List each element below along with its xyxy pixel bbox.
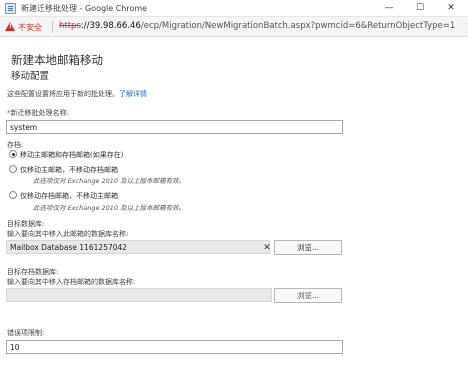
maximize-button[interactable]: ☐ xyxy=(405,0,435,17)
archive-label: 存档: xyxy=(7,141,24,149)
batch-name-label-text: 新迁移批处理名称: xyxy=(10,109,69,117)
target-db-label: 目标数据库: xyxy=(7,220,45,228)
radio-label-move-primary-and-archive: 移动主邮箱和存档邮箱(如果存在) xyxy=(20,151,124,159)
batch-name-label: *新迁移批处理名称: xyxy=(7,108,69,118)
radio-move-archive-only[interactable] xyxy=(9,191,17,199)
security-status[interactable]: 不安全 xyxy=(18,22,42,33)
radio-note-primary-only: 此选项仅对 Exchange 2010 及以上版本邮箱有效。 xyxy=(33,177,186,185)
bad-item-limit-input[interactable]: 10 xyxy=(6,340,343,354)
url-text[interactable]: https://39.98.66.46/ecp/Migration/NewMig… xyxy=(59,21,464,34)
window-titlebar: 新建迁移批处理 - Google Chrome — ☐ ✕ xyxy=(0,0,468,17)
page-icon xyxy=(5,3,16,14)
radio-label-move-primary-only: 仅移动主邮箱，不移动存档邮箱 xyxy=(20,166,118,174)
radio-move-primary-and-archive[interactable] xyxy=(9,150,17,158)
radio-move-primary-only[interactable] xyxy=(9,165,17,173)
page-subtitle: 移动配置 xyxy=(11,71,50,82)
address-separator xyxy=(52,21,53,33)
bad-item-limit-label: 错误项限制: xyxy=(7,329,45,337)
target-db-sublabel: 输入要向其中移入此邮箱的数据库名称: xyxy=(7,230,129,238)
browse-target-archive-db-button[interactable]: 浏览... xyxy=(274,288,342,303)
browse-target-db-button[interactable]: 浏览... xyxy=(274,240,342,255)
url-host: ://39.98.66.46 xyxy=(80,21,141,31)
url-path: /ecp/Migration/NewMigrationBatch.aspx?pw… xyxy=(140,21,456,31)
clear-target-db-icon[interactable]: ✕ xyxy=(262,243,272,253)
minimize-button[interactable]: — xyxy=(374,0,404,17)
batch-name-input[interactable]: system xyxy=(6,120,343,134)
target-archive-db-label: 目标存档数据库: xyxy=(7,268,59,276)
window-title: 新建迁移批处理 - Google Chrome xyxy=(21,4,148,13)
target-archive-db-sublabel: 输入要向其中移入存档邮箱的数据库名称: xyxy=(7,278,136,286)
hint-text: 这些配置设置将应用于新的批处理。 xyxy=(7,90,119,98)
warning-icon[interactable]: ! xyxy=(5,22,15,31)
page-title: 新建本地邮箱移动 xyxy=(11,53,103,67)
settings-hint: 这些配置设置将应用于新的批处理。了解详情 xyxy=(7,89,147,99)
url-scheme: https xyxy=(59,21,81,31)
close-window-button[interactable]: ✕ xyxy=(436,0,466,17)
target-archive-db-input[interactable] xyxy=(6,288,272,302)
radio-note-archive-only: 此选项仅对 Exchange 2010 及以上版本邮箱有效。 xyxy=(33,204,186,212)
address-bar[interactable]: ! 不安全 https://39.98.66.46/ecp/Migration/… xyxy=(0,17,468,37)
target-db-input[interactable]: Mailbox Database 1161257042 xyxy=(6,240,270,254)
radio-label-move-archive-only: 仅移动存档邮箱，不移动主邮箱 xyxy=(20,192,118,200)
learn-more-link[interactable]: 了解详情 xyxy=(119,90,147,98)
